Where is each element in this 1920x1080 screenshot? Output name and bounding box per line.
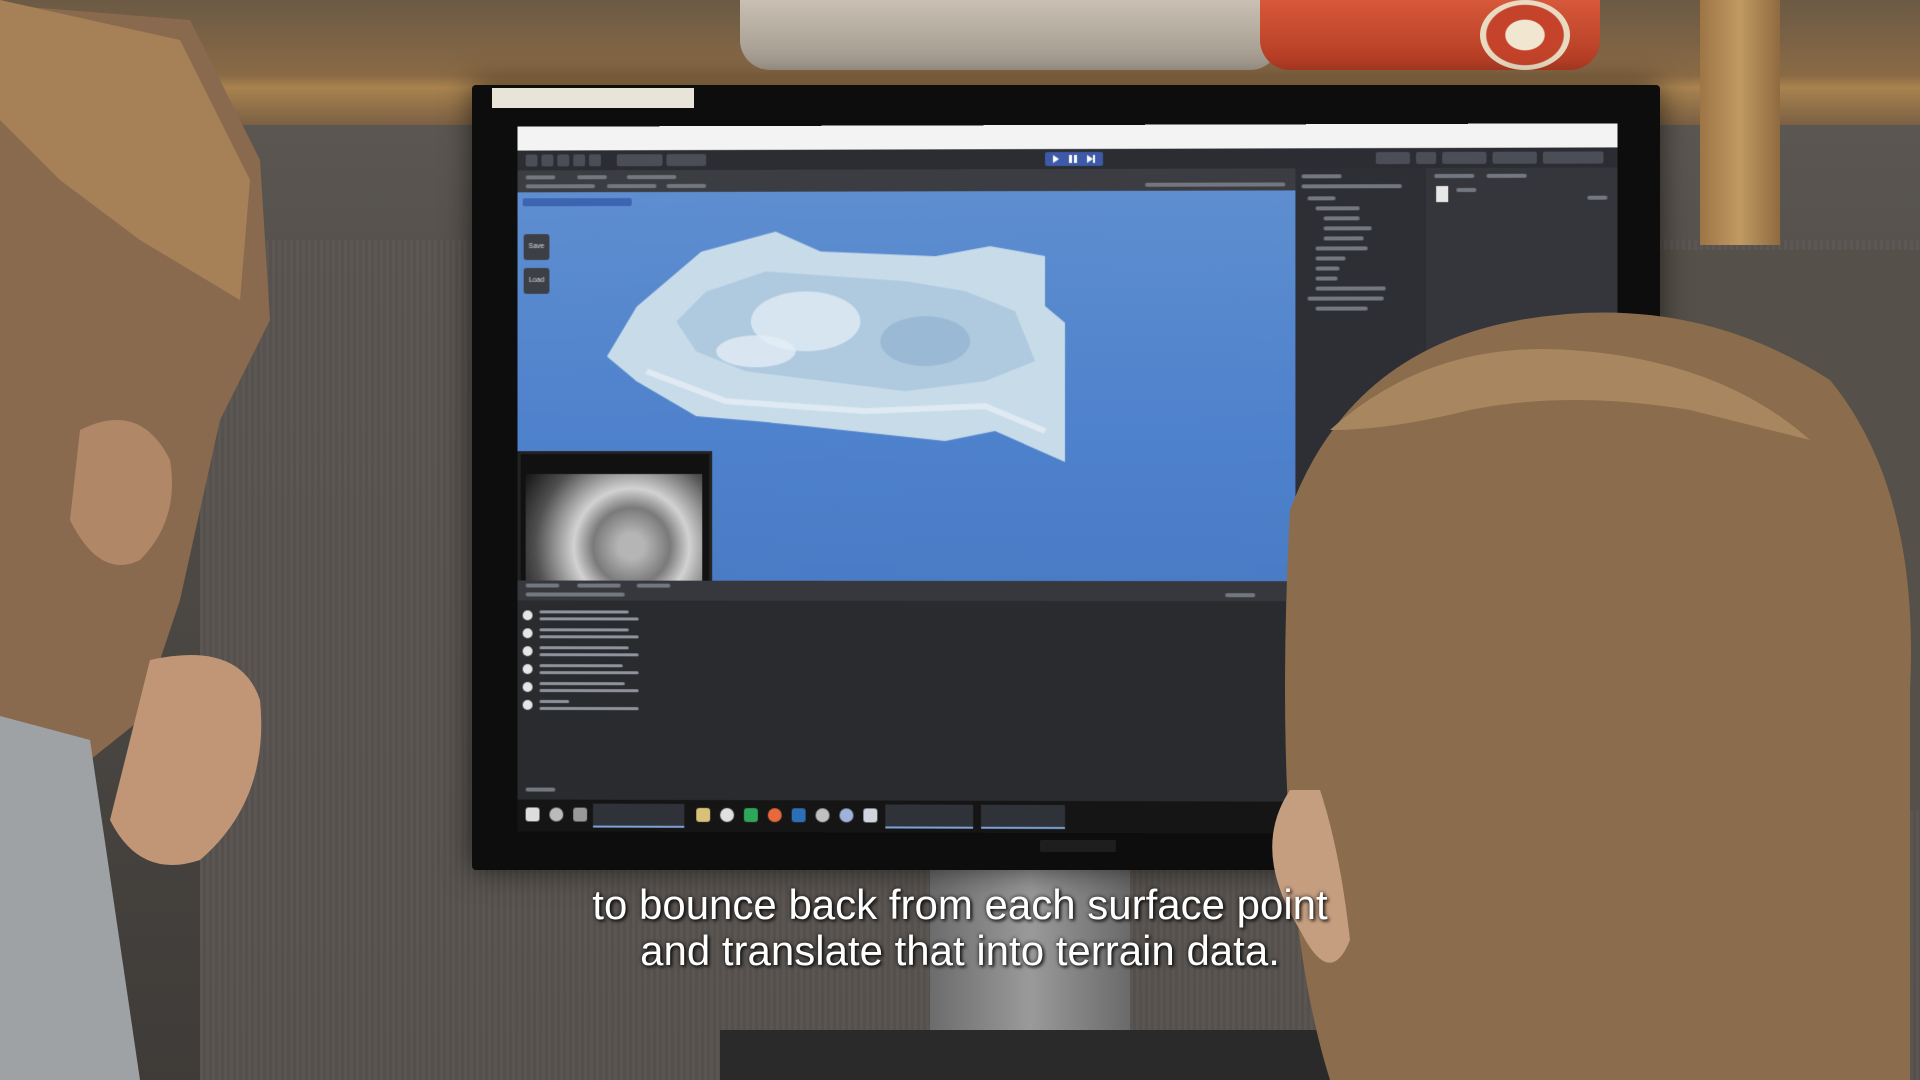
log-entry[interactable] [518, 608, 1256, 625]
scene-view-tabs [517, 168, 1296, 193]
tab-console[interactable] [525, 583, 560, 588]
rotate-tool-icon[interactable] [557, 154, 570, 167]
hierarchy-item[interactable] [1315, 256, 1346, 261]
windows-start-icon[interactable] [525, 807, 540, 822]
hierarchy-item[interactable] [1323, 216, 1360, 221]
hierarchy-search[interactable] [1301, 184, 1402, 189]
app-icon[interactable] [839, 808, 854, 823]
inspector-button[interactable] [1587, 195, 1608, 200]
excel-icon[interactable] [743, 808, 758, 823]
aspect-dropdown[interactable] [606, 184, 657, 189]
log-entry[interactable] [518, 698, 1256, 715]
hierarchy-item[interactable] [1315, 276, 1338, 281]
hierarchy-item[interactable] [1315, 246, 1368, 251]
move-tool-icon[interactable] [541, 154, 554, 167]
task-view-icon[interactable] [573, 807, 588, 822]
monitor-stand-base [720, 1030, 1340, 1080]
log-info-icon [522, 682, 533, 693]
tab-animation[interactable] [577, 583, 621, 588]
shelf-bag [740, 0, 1280, 70]
play-controls[interactable] [1045, 151, 1104, 167]
log-entry[interactable] [518, 680, 1256, 697]
shelf-post [1700, 0, 1780, 245]
log-info-icon [522, 664, 533, 675]
tab-scene[interactable] [525, 175, 556, 180]
monitor-sticker [492, 88, 694, 108]
file-explorer-icon[interactable] [696, 807, 711, 822]
global-toggle[interactable] [666, 154, 707, 167]
editor-titlebar [517, 123, 1618, 151]
hierarchy-item[interactable] [1315, 206, 1360, 211]
collab-button[interactable] [1375, 152, 1410, 165]
bag-emblem-icon [1480, 0, 1570, 70]
console-status-line [525, 787, 556, 792]
hierarchy-item[interactable] [1323, 226, 1372, 231]
hierarchy-item[interactable] [1307, 196, 1336, 201]
game-view[interactable]: Save Load [517, 190, 1296, 615]
scale-tool-icon[interactable] [573, 154, 586, 167]
log-entry[interactable] [518, 626, 1256, 643]
log-info-icon [522, 646, 533, 657]
tab-animator[interactable] [636, 583, 671, 588]
save-button[interactable]: Save [523, 234, 550, 261]
scale-slider[interactable] [666, 183, 707, 189]
chrome-icon[interactable] [720, 808, 735, 823]
hand-tool-icon[interactable] [525, 154, 538, 167]
rect-tool-icon[interactable] [589, 154, 601, 167]
app-icon[interactable] [815, 808, 830, 823]
tab-inspector[interactable] [1434, 173, 1475, 179]
console-filter-buttons[interactable] [525, 592, 625, 597]
inspector-field[interactable] [1456, 187, 1477, 193]
tab-game[interactable] [577, 175, 607, 180]
log-info-icon [522, 628, 533, 639]
hierarchy-item[interactable] [1323, 236, 1364, 241]
subtitle-line-2: and translate that into terrain data. [640, 927, 1280, 974]
log-entry[interactable] [518, 644, 1256, 661]
taskbar-app-unity[interactable] [593, 803, 685, 828]
account-dropdown[interactable] [1442, 151, 1487, 164]
brand-logo-icon [1040, 840, 1116, 852]
subtitle-line-1: to bounce back from each surface point [592, 881, 1328, 928]
taskbar-app-document[interactable] [981, 804, 1065, 829]
app-icon[interactable] [767, 808, 782, 823]
monitor-logo-icon [1040, 836, 1120, 856]
visual-studio-icon[interactable] [791, 808, 806, 823]
search-icon[interactable] [549, 807, 564, 822]
game-view-options[interactable] [1145, 182, 1286, 187]
log-entry[interactable] [518, 662, 1256, 679]
tab-lighting[interactable] [1486, 173, 1527, 178]
tab-asset-store[interactable] [626, 175, 677, 180]
app-icon[interactable] [863, 808, 878, 823]
console-counters [1225, 593, 1256, 598]
play-icon[interactable] [1045, 152, 1103, 166]
pivot-toggle[interactable] [616, 154, 663, 167]
layers-dropdown[interactable] [1492, 151, 1537, 164]
load-button[interactable]: Load [523, 267, 550, 294]
log-info-icon [522, 610, 533, 621]
tab-hierarchy[interactable] [1301, 174, 1342, 179]
cloud-icon[interactable] [1416, 151, 1437, 165]
display-dropdown[interactable] [525, 184, 596, 189]
video-subtitle: to bounce back from each surface point a… [0, 882, 1920, 974]
taskbar-app-connection[interactable] [885, 804, 974, 829]
game-view-input-field[interactable] [522, 198, 632, 207]
file-icon [1436, 186, 1449, 203]
hierarchy-item[interactable] [1315, 266, 1340, 271]
layout-dropdown[interactable] [1542, 151, 1604, 164]
log-info-icon [522, 699, 533, 710]
